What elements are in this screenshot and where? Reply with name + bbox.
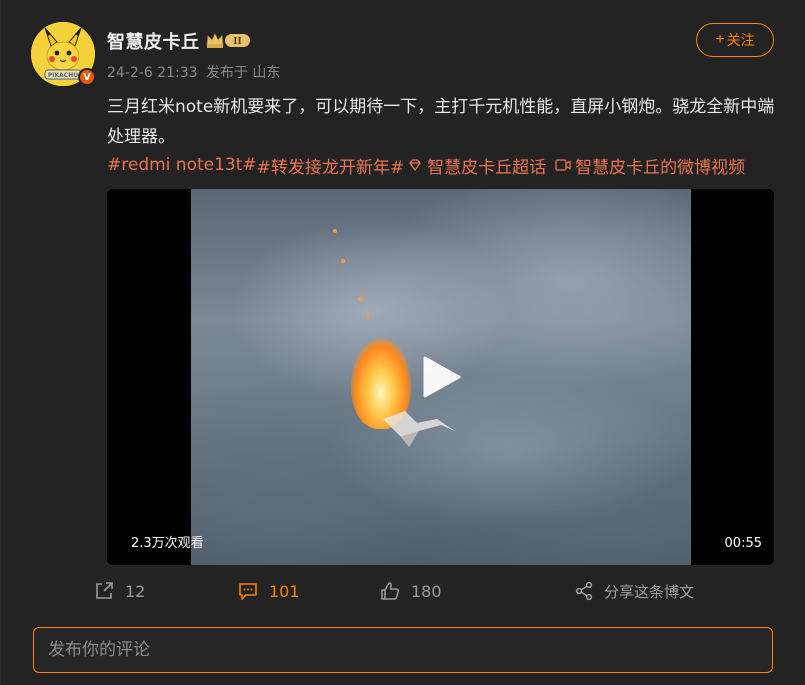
comment-button[interactable]: 101 [237, 574, 300, 608]
comment-count: 101 [269, 581, 300, 601]
repost-count: 12 [125, 581, 146, 601]
share-label: 分享这条博文 [604, 582, 695, 601]
diamond-icon [406, 156, 424, 174]
comment-icon [239, 583, 257, 600]
play-icon[interactable] [419, 355, 463, 399]
share-icon [575, 581, 593, 601]
video-link-icon [554, 156, 572, 174]
comment-box [33, 627, 773, 673]
follow-button[interactable]: + 关注 [696, 23, 774, 57]
repost-button[interactable]: 12 [93, 574, 145, 608]
crown-level-icon[interactable]: II [204, 30, 252, 50]
post-source: 发布于 山东 [205, 65, 281, 81]
video-duration: 00:55 [724, 536, 762, 551]
action-bar: 12 101 180 分享这条博文 [1, 574, 805, 608]
repost-icon [96, 582, 113, 599]
supertopic-link[interactable]: 智慧皮卡丘超话 [427, 153, 546, 178]
tag-redmi-note13t[interactable]: #redmi note13t# [107, 155, 257, 175]
author-name[interactable]: 智慧皮卡丘 [107, 28, 200, 54]
spark [341, 259, 345, 263]
spark [333, 229, 337, 233]
paper-bird-shape [383, 411, 455, 447]
like-count: 180 [411, 581, 442, 601]
weibo-post-card: PIKACHU V 智慧皮卡丘 II 24-2-6 21:33 发布于 山东 +… [0, 0, 805, 685]
like-button[interactable]: 180 [379, 574, 442, 608]
tag-repost-chain[interactable]: #转发接龙开新年# [257, 153, 405, 178]
spark [359, 297, 363, 301]
post-tags: #redmi note13t# #转发接龙开新年# 智慧皮卡丘超话 智慧皮卡丘的… [107, 152, 745, 178]
video-player[interactable]: 2.3万次观看 00:55 [107, 189, 774, 565]
svg-text:II: II [233, 37, 241, 47]
comment-input[interactable] [48, 640, 758, 660]
spark [366, 314, 370, 318]
post-meta: 24-2-6 21:33 发布于 山东 [107, 62, 284, 82]
verified-badge: V [78, 68, 96, 86]
video-view-count: 2.3万次观看 [131, 536, 204, 551]
svg-text:PIKACHU: PIKACHU [48, 72, 78, 79]
share-button[interactable]: 分享这条博文 [574, 574, 694, 608]
follow-label: 关注 [726, 32, 755, 48]
plus-icon: + [715, 31, 725, 48]
post-time[interactable]: 24-2-6 21:33 [107, 65, 198, 81]
post-text: 三月红米note新机要来了，可以期待一下，主打千元机性能，直屏小钢炮。骁龙全新中… [107, 97, 775, 147]
weibo-video-link[interactable]: 智慧皮卡丘的微博视频 [575, 153, 745, 178]
thumbs-up-icon [381, 582, 400, 600]
